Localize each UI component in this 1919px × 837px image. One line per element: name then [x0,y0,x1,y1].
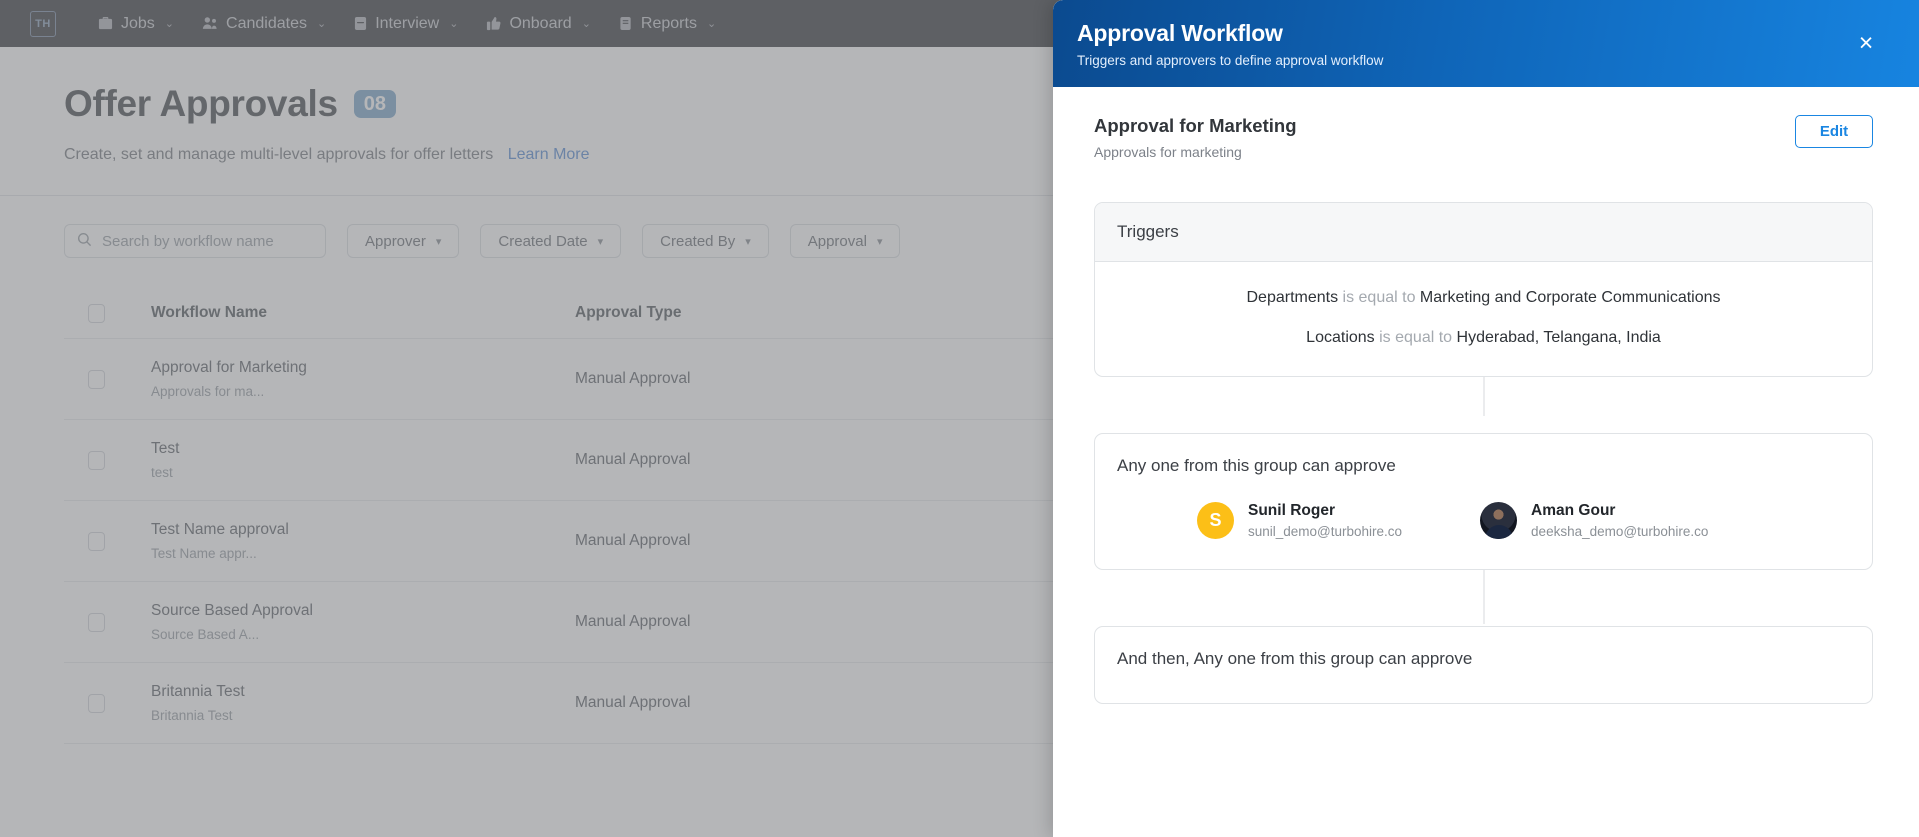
workflow-subtitle: Approvals for marketing [1094,144,1242,160]
approver-email: deeksha_demo@turbohire.co [1531,524,1709,539]
next-group-title: And then, Any one from this group can ap… [1117,649,1473,668]
trigger-condition: Departments is equal to Marketing and Co… [1095,290,1872,306]
trigger-operator: is equal to [1379,329,1453,346]
approver-item[interactable]: Aman Gour deeksha_demo@turbohire.co [1480,502,1708,539]
triggers-heading: Triggers [1095,203,1872,262]
avatar [1480,502,1518,539]
flow-connector [1483,568,1484,624]
workflow-flow: Triggers Departments is equal to Marketi… [1094,202,1873,744]
avatar: S [1197,502,1234,539]
close-icon[interactable]: × [1851,29,1881,59]
panel-body[interactable]: Approval for Marketing Approvals for mar… [1053,87,1919,837]
panel-subtitle: Triggers and approvers to define approva… [1077,52,1384,68]
approval-workflow-panel: Approval Workflow Triggers and approvers… [1053,0,1919,837]
panel-header: Approval Workflow Triggers and approvers… [1053,0,1919,87]
trigger-field: Locations [1306,329,1375,346]
approver-group-title: Any one from this group can approve [1117,456,1396,475]
edit-button[interactable]: Edit [1795,115,1873,148]
workflow-summary: Approval for Marketing Approvals for mar… [1094,87,1873,160]
approver-name: Aman Gour [1531,502,1616,519]
panel-title: Approval Workflow [1077,19,1283,46]
approver-name: Sunil Roger [1248,502,1335,519]
workflow-title: Approval for Marketing [1094,115,1297,136]
approver-group-card: Any one from this group can approve S Su… [1094,433,1873,570]
trigger-condition: Locations is equal to Hyderabad, Telanga… [1095,330,1872,346]
trigger-value: Marketing and Corporate Communications [1419,289,1721,306]
triggers-list: Departments is equal to Marketing and Co… [1095,262,1872,376]
approver-email: sunil_demo@turbohire.co [1248,524,1403,539]
next-approver-group-card: And then, Any one from this group can ap… [1094,626,1873,704]
trigger-field: Departments [1246,289,1339,306]
approver-details: Aman Gour deeksha_demo@turbohire.co [1531,502,1708,539]
screen: TH Jobs ⌄ Candidates ⌄ Interview [0,0,1919,837]
panel-header-text: Approval Workflow Triggers and approvers… [1077,20,1383,68]
approver-details: Sunil Roger sunil_demo@turbohire.co [1248,502,1402,539]
trigger-operator: is equal to [1342,289,1416,306]
approver-item[interactable]: S Sunil Roger sunil_demo@turbohire.co [1197,502,1402,539]
trigger-value: Hyderabad, Telangana, India [1456,329,1661,346]
workflow-summary-text: Approval for Marketing Approvals for mar… [1094,115,1297,160]
triggers-card: Triggers Departments is equal to Marketi… [1094,202,1873,377]
approver-list: S Sunil Roger sunil_demo@turbohire.co Am… [1117,502,1850,539]
